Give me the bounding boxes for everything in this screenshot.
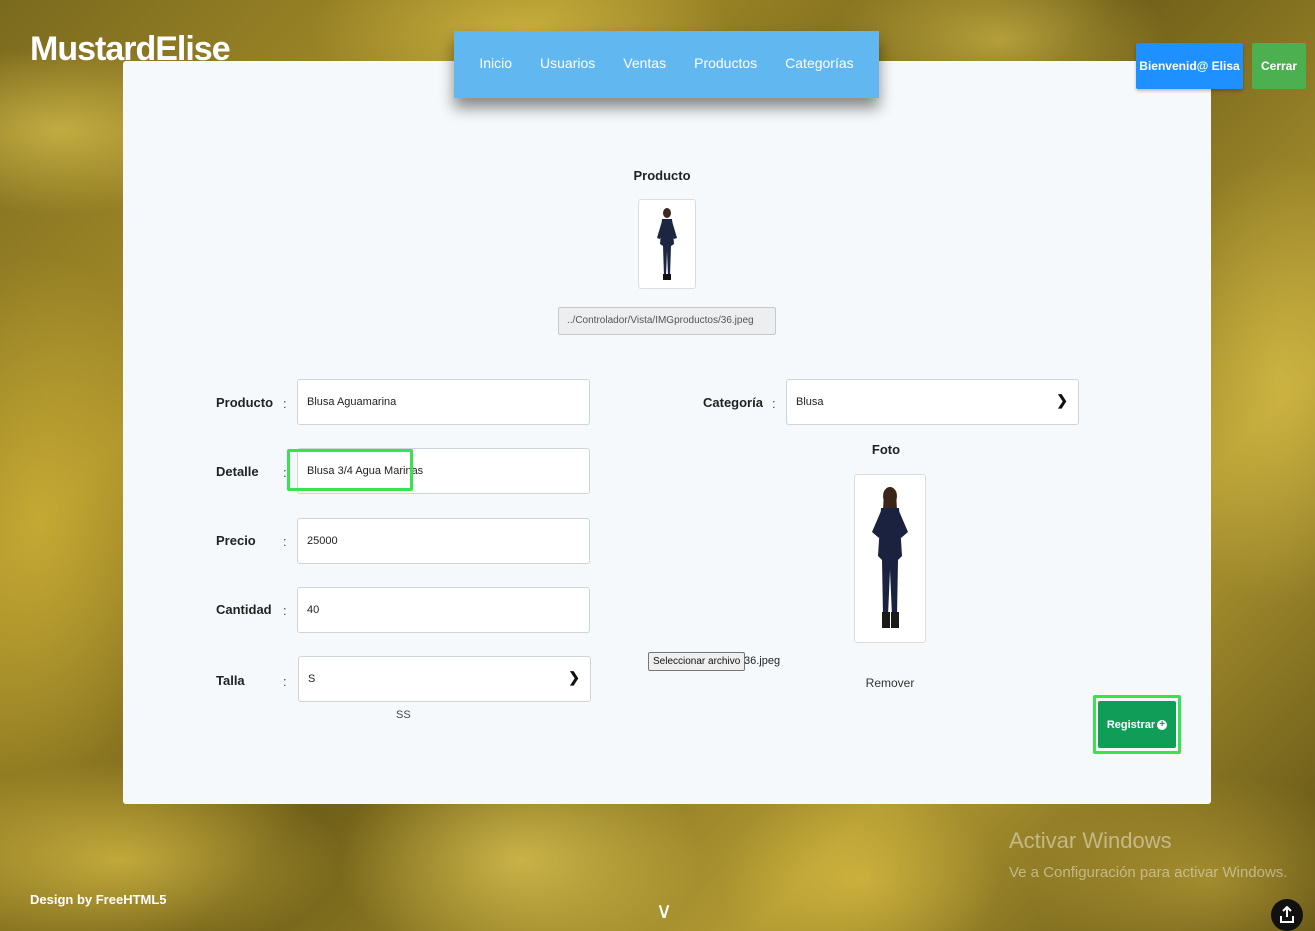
- chevron-down-icon[interactable]: ∨: [656, 900, 672, 922]
- talla-select[interactable]: S ❯: [298, 656, 591, 702]
- product-preview-title: Producto: [633, 168, 691, 183]
- brand-logo[interactable]: MustardElise: [30, 30, 231, 69]
- cantidad-colon: :: [283, 603, 287, 618]
- nav-item-usuarios[interactable]: Usuarios: [540, 55, 595, 71]
- talla-selected-value: S: [308, 673, 316, 685]
- person-figure-image: [657, 208, 677, 280]
- main-nav: Inicio Usuarios Ventas Productos Categor…: [454, 31, 879, 98]
- selected-file-name: 36.jpeg: [744, 655, 781, 667]
- welcome-user-button[interactable]: Bienvenid@ Elisa: [1136, 43, 1243, 89]
- categoria-label: Categoría: [703, 395, 763, 410]
- categoria-selected-value: Blusa: [796, 396, 824, 408]
- talla-hint: SS: [396, 709, 411, 721]
- chevron-down-icon: ❯: [1056, 392, 1068, 408]
- categoria-select[interactable]: Blusa ❯: [786, 379, 1079, 425]
- footer-credit[interactable]: Design by FreeHTML5: [30, 892, 167, 907]
- upload-icon[interactable]: [1271, 899, 1303, 931]
- precio-label: Precio: [216, 533, 256, 548]
- windows-watermark-subtitle: Ve a Configuración para activar Windows.: [1009, 864, 1288, 881]
- nav-item-ventas[interactable]: Ventas: [623, 55, 666, 71]
- producto-input[interactable]: Blusa Aguamarina: [297, 379, 590, 425]
- detalle-label: Detalle: [216, 464, 259, 479]
- categoria-colon: :: [772, 396, 776, 411]
- chevron-down-icon: ❯: [568, 669, 580, 685]
- precio-input[interactable]: 25000: [297, 518, 590, 564]
- choose-file-button[interactable]: Seleccionar archivo: [648, 652, 746, 671]
- producto-label: Producto: [216, 395, 274, 410]
- talla-colon: :: [283, 674, 287, 689]
- foto-label: Foto: [871, 442, 901, 457]
- nav-item-categorias[interactable]: Categorías: [785, 55, 853, 71]
- upload-icon-glyph: [1280, 906, 1294, 923]
- detalle-highlight-box: [287, 449, 413, 491]
- remove-photo-link[interactable]: Remover: [852, 676, 928, 690]
- logout-button[interactable]: Cerrar: [1252, 43, 1306, 89]
- nav-item-inicio[interactable]: Inicio: [479, 55, 512, 71]
- photo-preview: [854, 474, 926, 643]
- cantidad-label: Cantidad: [216, 602, 272, 617]
- product-thumbnail: [638, 199, 696, 289]
- cantidad-input[interactable]: 40: [297, 587, 590, 633]
- talla-label: Talla: [216, 673, 245, 688]
- person-figure-image: [872, 486, 908, 628]
- nav-item-productos[interactable]: Productos: [694, 55, 757, 71]
- image-path-field[interactable]: ../Controlador/Vista/IMGproductos/36.jpe…: [558, 307, 776, 335]
- register-highlight-box: [1093, 695, 1181, 754]
- windows-watermark-title: Activar Windows: [1009, 828, 1172, 853]
- producto-colon: :: [283, 396, 287, 411]
- precio-colon: :: [283, 534, 287, 549]
